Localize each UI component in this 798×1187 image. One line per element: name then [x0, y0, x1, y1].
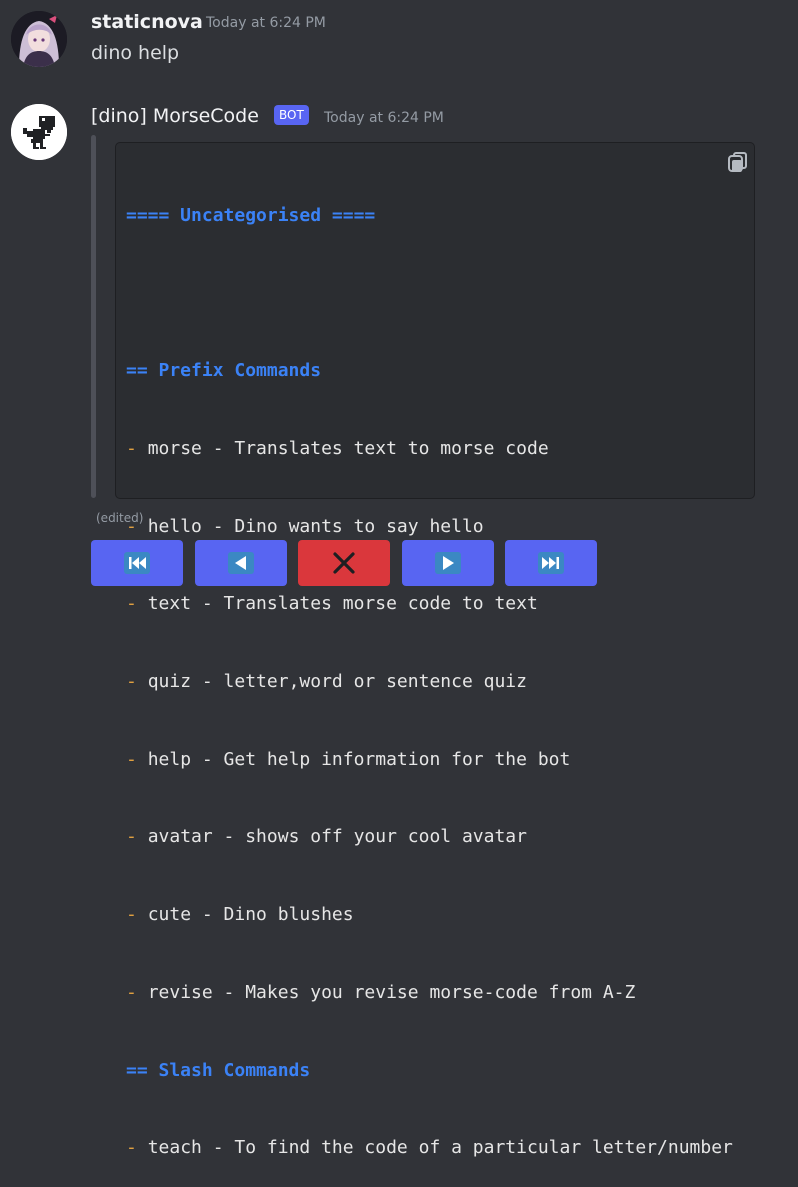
play-left-icon — [228, 552, 254, 574]
first-page-button[interactable] — [91, 540, 183, 586]
command-line: - hello - Dino wants to say hello — [126, 515, 484, 537]
close-button[interactable] — [298, 540, 390, 586]
close-icon — [333, 552, 355, 574]
message-text: dino help — [91, 42, 180, 64]
message-timestamp: Today at 6:24 PM — [206, 15, 326, 31]
command-line: - cute - Dino blushes — [126, 904, 354, 926]
command-line: - help - Get help information for the bo… — [126, 748, 571, 770]
skip-back-icon — [124, 552, 150, 574]
previous-page-button[interactable] — [195, 540, 287, 586]
author-name[interactable]: staticnova — [91, 11, 203, 33]
embed-accent-bar — [91, 135, 96, 498]
bot-badge: BOT — [274, 105, 309, 125]
help-code: ==== Uncategorised ==== == Prefix Comman… — [126, 151, 733, 1187]
dino-avatar-icon — [11, 104, 67, 160]
next-page-button[interactable] — [402, 540, 494, 586]
category-header: ==== Uncategorised ==== — [126, 204, 376, 226]
command-line: - text - Translates morse code to text — [126, 593, 538, 615]
play-right-icon — [435, 552, 461, 574]
command-line: - quiz - letter,word or sentence quiz — [126, 671, 527, 693]
command-line: - revise - Makes you revise morse-code f… — [126, 981, 636, 1003]
command-line: - morse - Translates text to morse code — [126, 437, 549, 459]
bot-avatar[interactable] — [11, 104, 67, 160]
edited-label: (edited) — [96, 511, 144, 525]
user-avatar[interactable] — [11, 11, 67, 67]
skip-forward-icon — [538, 552, 564, 574]
command-line: - teach - To find the code of a particul… — [126, 1137, 733, 1159]
last-page-button[interactable] — [505, 540, 597, 586]
command-line: - avatar - shows off your cool avatar — [126, 826, 527, 848]
prefix-commands-header: == Prefix Commands — [126, 360, 322, 382]
slash-commands-header: == Slash Commands — [126, 1059, 311, 1081]
message-timestamp: Today at 6:24 PM — [324, 110, 444, 126]
anime-avatar-image — [11, 11, 67, 67]
bot-author-name[interactable]: [dino] MorseCode — [91, 105, 259, 127]
